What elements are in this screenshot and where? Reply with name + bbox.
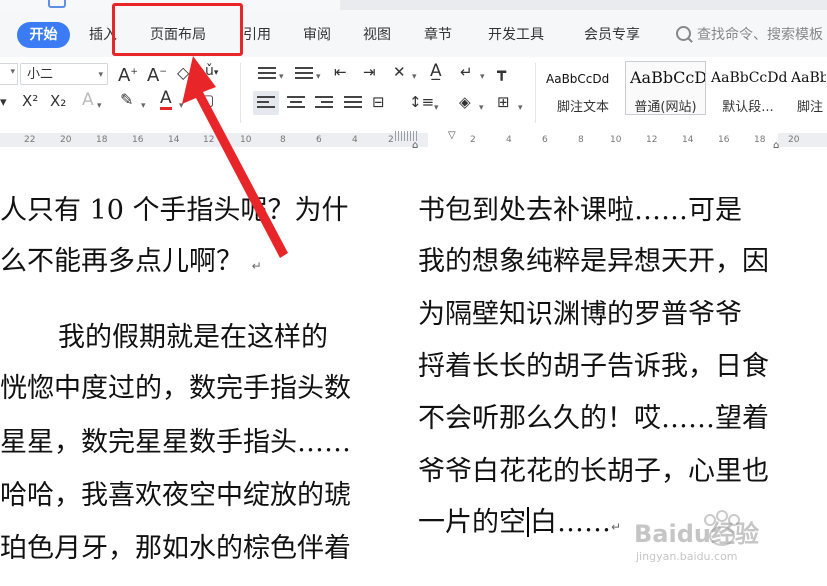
watermark-brand: Baidu经验 [634, 520, 759, 548]
watermark-url: jingyan.baidu.com [636, 550, 738, 563]
baidu-watermark: Baidu经验 jingyan.baidu.com [628, 490, 827, 586]
